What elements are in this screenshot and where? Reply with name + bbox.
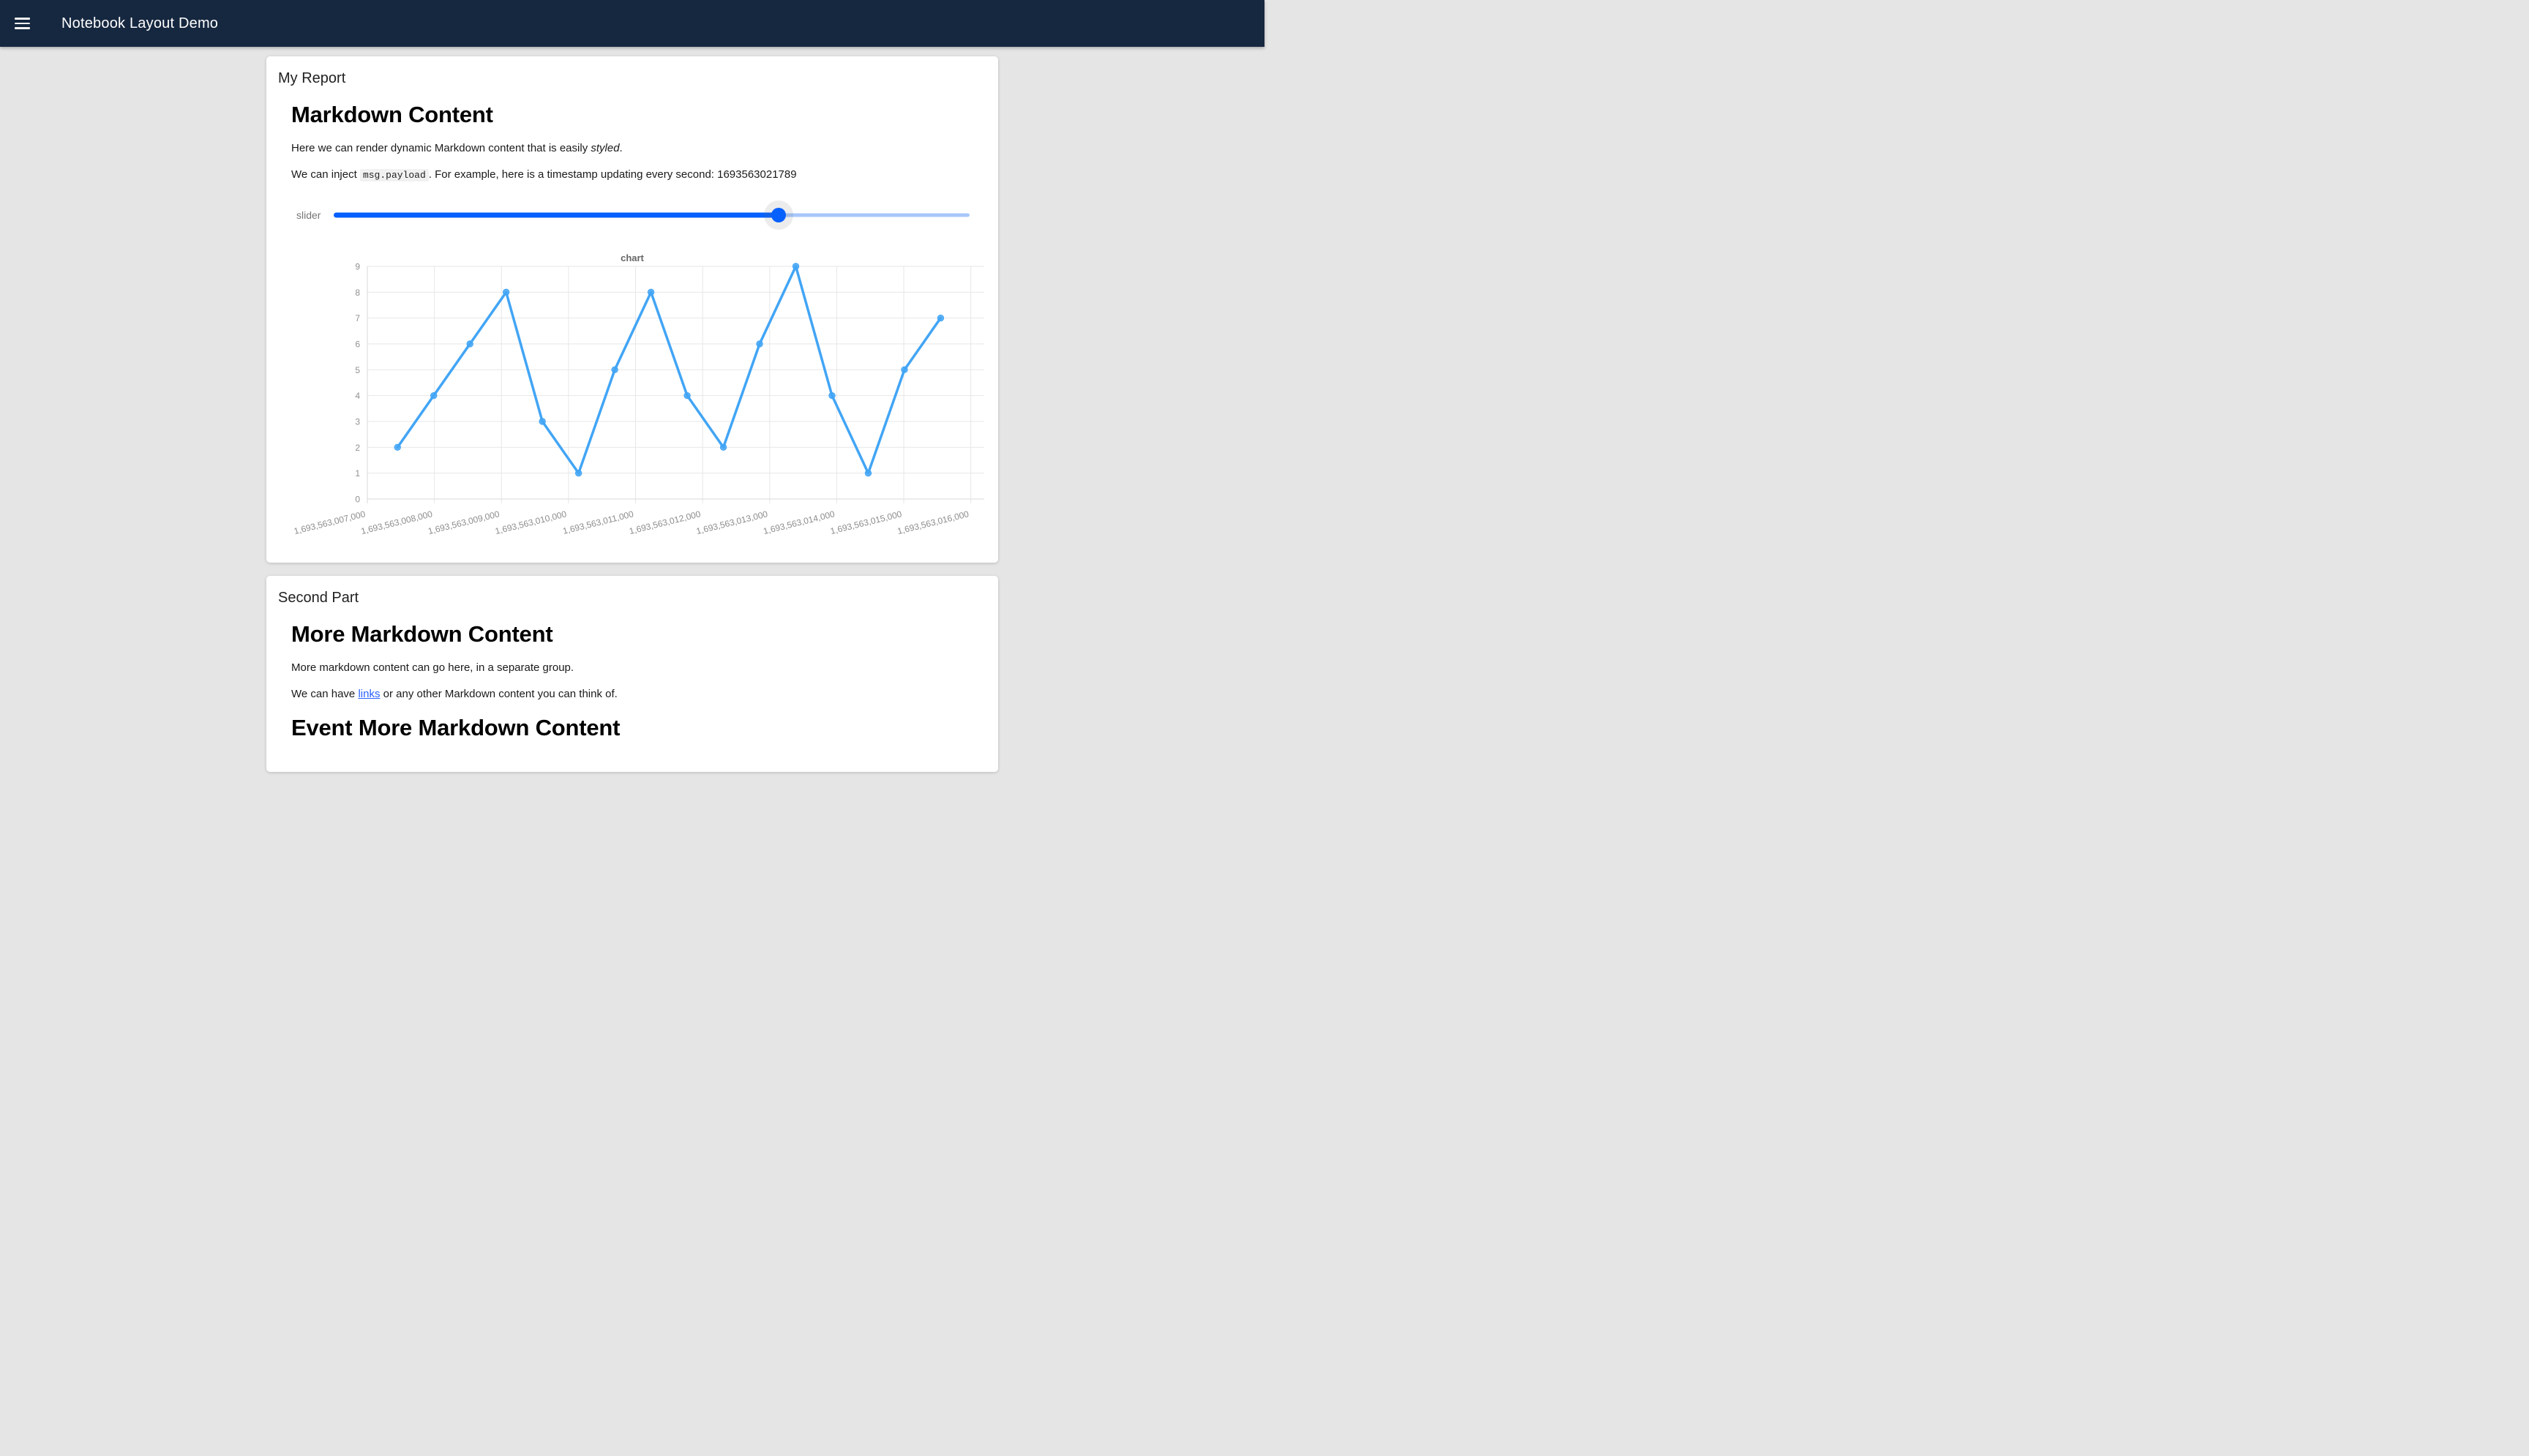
para4-text: We can have	[291, 688, 358, 700]
report-card-title: My Report	[278, 68, 986, 89]
x-tick-label: 1,693,563,016,000	[896, 509, 970, 536]
x-tick-label: 1,693,563,011,000	[562, 509, 635, 536]
x-tick-label: 1,693,563,009,000	[427, 509, 501, 536]
menu-button[interactable]	[15, 9, 44, 38]
slider-handle[interactable]	[771, 208, 786, 222]
markdown-paragraph-2: We can inject msg.payload. For example, …	[291, 168, 986, 183]
markdown-block-2: More Markdown Content More markdown cont…	[278, 620, 986, 743]
markdown-heading-2: More Markdown Content	[291, 620, 986, 649]
data-point[interactable]	[575, 470, 581, 476]
markdown-paragraph-1: Here we can render dynamic Markdown cont…	[291, 141, 986, 156]
data-point[interactable]	[431, 392, 437, 398]
para4-post-text: or any other Markdown content you can th…	[380, 688, 617, 700]
markdown-heading-3: Event More Markdown Content	[291, 713, 986, 743]
para1-text: Here we can render dynamic Markdown cont…	[291, 142, 591, 154]
y-tick-label: 7	[355, 313, 360, 323]
slider-halo	[764, 200, 793, 230]
slider-track-active	[334, 213, 779, 218]
slider-track-inactive	[779, 214, 970, 217]
app-root: Notebook Layout Demo My Report Markdown …	[0, 0, 1264, 772]
markdown-heading: Markdown Content	[291, 100, 986, 130]
line-chart[interactable]: 0 1 2 3 4 5 6 7 8 9 1,693,563,007,0001,693,563,008…	[278, 239, 986, 553]
data-point[interactable]	[829, 392, 835, 398]
x-tick-label: 1,693,563,012,000	[628, 509, 702, 536]
app-header: Notebook Layout Demo	[0, 0, 1264, 47]
y-tick-label: 5	[355, 365, 360, 375]
data-point[interactable]	[720, 444, 726, 450]
data-point[interactable]	[684, 392, 690, 398]
data-point[interactable]	[902, 367, 907, 372]
para2-mid-text: . For example, here is a timestamp updat…	[429, 168, 717, 181]
markdown-paragraph-4: We can have links or any other Markdown …	[291, 687, 986, 702]
x-tick-label: 1,693,563,014,000	[763, 509, 836, 536]
data-point[interactable]	[394, 444, 400, 450]
data-point[interactable]	[865, 470, 871, 476]
x-tick-label: 1,693,563,013,000	[695, 509, 769, 536]
data-point[interactable]	[648, 289, 653, 295]
x-tick-label: 1,693,563,015,000	[829, 509, 903, 536]
data-point[interactable]	[612, 367, 618, 372]
data-point[interactable]	[937, 315, 943, 320]
slider-label: slider	[296, 209, 323, 221]
second-card-title: Second Part	[278, 588, 986, 608]
y-tick-label: 0	[355, 495, 360, 505]
msg-payload-code: msg.payload	[360, 169, 429, 181]
x-tick-label: 1,693,563,007,000	[293, 509, 367, 536]
data-point[interactable]	[793, 263, 798, 269]
para1-italic: styled	[591, 142, 619, 154]
para2-text: We can inject	[291, 168, 360, 181]
timestamp-value: 1693563021789	[717, 168, 796, 181]
data-point[interactable]	[757, 341, 763, 347]
second-card: Second Part More Markdown Content More m…	[266, 576, 998, 772]
x-tick-label: 1,693,563,010,000	[494, 509, 568, 536]
y-tick-label: 8	[355, 288, 360, 298]
markdown-paragraph-3: More markdown content can go here, in a …	[291, 661, 986, 675]
dashboard-body: My Report Markdown Content Here we can r…	[0, 56, 1264, 772]
links-hyperlink[interactable]: links	[358, 688, 380, 700]
data-point[interactable]	[467, 341, 473, 347]
para1-period: .	[620, 142, 623, 154]
y-tick-label: 1	[355, 468, 360, 479]
hamburger-icon	[15, 15, 30, 32]
x-tick-label: 1,693,563,008,000	[360, 509, 434, 536]
app-title: Notebook Layout Demo	[61, 15, 218, 32]
y-tick-label: 9	[355, 262, 360, 272]
data-point[interactable]	[539, 419, 545, 424]
slider-track[interactable]	[334, 200, 970, 230]
report-card: My Report Markdown Content Here we can r…	[266, 56, 998, 563]
markdown-block-1: Markdown Content Here we can render dyna…	[278, 100, 986, 183]
data-point[interactable]	[503, 289, 509, 295]
chart-title: chart	[621, 252, 644, 263]
y-tick-label: 2	[355, 443, 360, 453]
slider-widget: slider	[278, 200, 986, 230]
y-tick-label: 4	[355, 391, 360, 401]
y-tick-label: 3	[355, 417, 360, 427]
y-tick-label: 6	[355, 339, 360, 350]
